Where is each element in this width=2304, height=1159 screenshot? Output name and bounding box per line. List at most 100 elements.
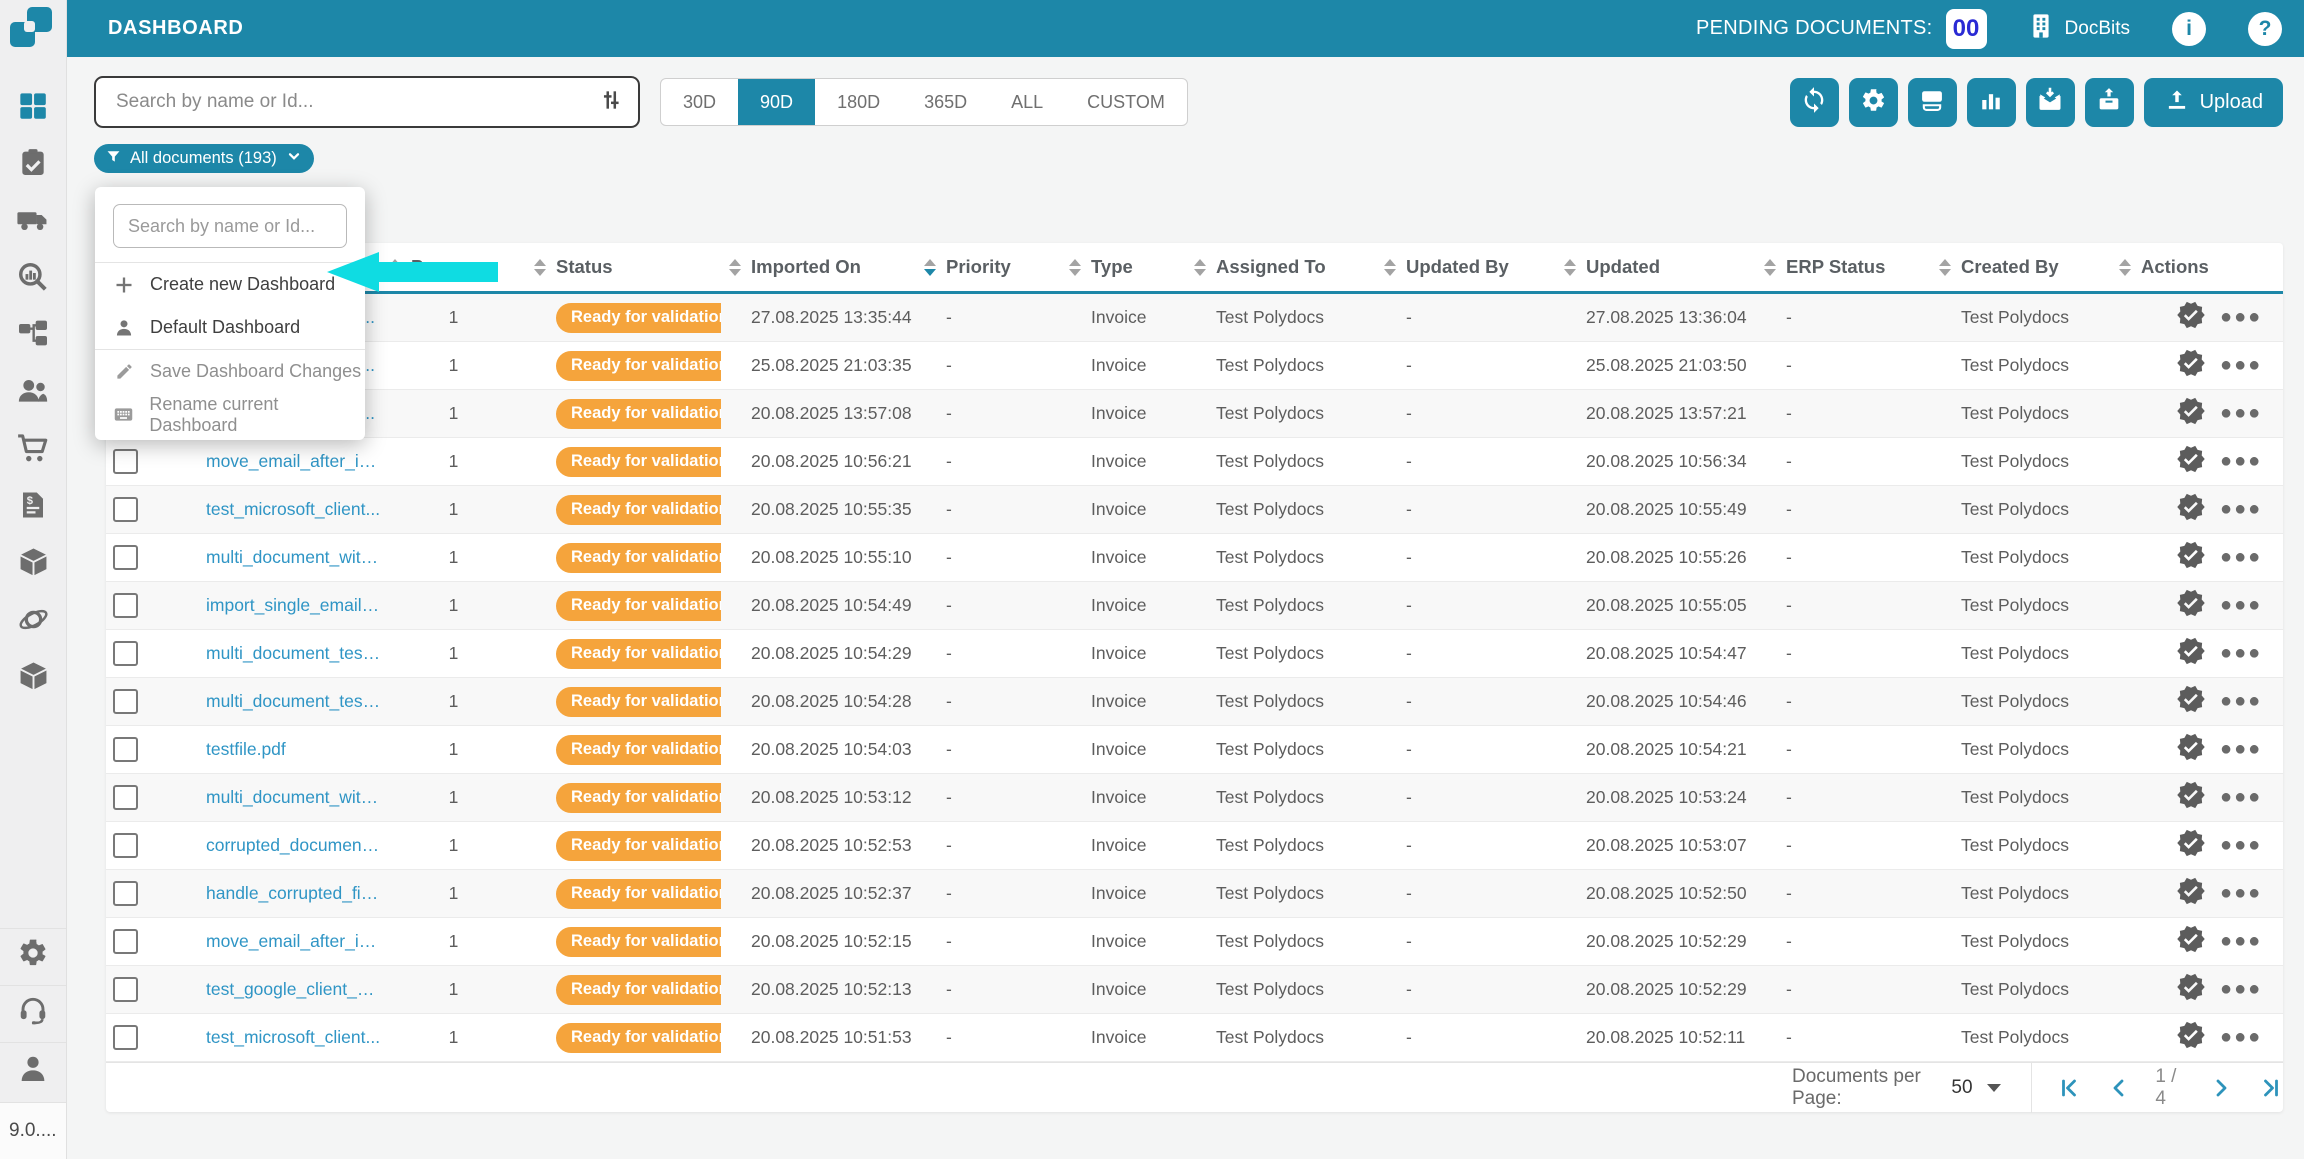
more-actions-button[interactable]: ●●● <box>2220 882 2262 905</box>
sidebar-item-packages[interactable] <box>0 536 66 593</box>
sidebar-item-purchasing[interactable] <box>0 422 66 479</box>
previous-page-button[interactable] <box>2107 1076 2131 1100</box>
more-actions-button[interactable]: ●●● <box>2220 930 2262 953</box>
sidebar-item-validation[interactable] <box>0 137 66 194</box>
app-logo-icon[interactable] <box>0 0 66 58</box>
column-assigned-to[interactable]: Assigned To <box>1186 256 1376 278</box>
mail-import-button[interactable] <box>2026 78 2075 127</box>
validate-badge-icon[interactable] <box>2176 780 2206 815</box>
column-updated[interactable]: Updated <box>1556 256 1756 278</box>
document-name-link[interactable]: multi_document_test... <box>196 643 381 664</box>
per-page-value[interactable]: 50 <box>1951 1077 1972 1099</box>
validate-badge-icon[interactable] <box>2176 348 2206 383</box>
more-actions-button[interactable]: ●●● <box>2220 450 2262 473</box>
more-actions-button[interactable]: ●●● <box>2220 978 2262 1001</box>
first-page-button[interactable] <box>2057 1076 2081 1100</box>
validate-badge-icon[interactable] <box>2176 732 2206 767</box>
document-name-link[interactable]: test_microsoft_client... <box>196 499 381 520</box>
sidebar-item-invoices[interactable]: $ <box>0 479 66 536</box>
column-pages[interactable]: Pages <box>381 256 526 278</box>
next-page-button[interactable] <box>2209 1076 2233 1100</box>
validate-badge-icon[interactable] <box>2176 924 2206 959</box>
row-checkbox[interactable] <box>113 881 138 906</box>
settings-button[interactable] <box>1849 78 1898 127</box>
per-page-caret-icon[interactable] <box>1987 1084 2001 1092</box>
column-updated-by[interactable]: Updated By <box>1376 256 1556 278</box>
column-type[interactable]: Type <box>1061 256 1186 278</box>
menu-item-rename-current-dashboard[interactable]: Rename current Dashboard <box>95 393 365 436</box>
time-filter-180d[interactable]: 180D <box>815 79 902 125</box>
validate-badge-icon[interactable] <box>2176 396 2206 431</box>
sidebar-item-workflow[interactable] <box>0 308 66 365</box>
sidebar-item-insights[interactable] <box>0 251 66 308</box>
validate-badge-icon[interactable] <box>2176 876 2206 911</box>
row-checkbox[interactable] <box>113 545 138 570</box>
validate-badge-icon[interactable] <box>2176 300 2206 335</box>
column-actions[interactable]: Actions <box>2111 256 2283 278</box>
column-erp-status[interactable]: ERP Status <box>1756 256 1931 278</box>
all-documents-filter-pill[interactable]: All documents (193) <box>94 144 314 173</box>
row-checkbox[interactable] <box>113 1025 138 1050</box>
row-checkbox[interactable] <box>113 833 138 858</box>
validate-badge-icon[interactable] <box>2176 588 2206 623</box>
more-actions-button[interactable]: ●●● <box>2220 642 2262 665</box>
upload-button[interactable]: Upload <box>2144 78 2283 127</box>
menu-item-create-new-dashboard[interactable]: Create new Dashboard <box>95 263 365 306</box>
refresh-button[interactable] <box>1790 78 1839 127</box>
validate-badge-icon[interactable] <box>2176 828 2206 863</box>
sidebar-item-support[interactable] <box>0 985 66 1038</box>
search-input[interactable] <box>114 90 598 114</box>
more-actions-button[interactable]: ●●● <box>2220 738 2262 761</box>
document-name-link[interactable]: test_google_client_20... <box>196 979 381 1000</box>
more-actions-button[interactable]: ●●● <box>2220 786 2262 809</box>
document-name-link[interactable]: multi_document_with... <box>196 547 381 568</box>
export-box-button[interactable] <box>2085 78 2134 127</box>
time-filter-custom[interactable]: CUSTOM <box>1065 79 1187 125</box>
validate-badge-icon[interactable] <box>2176 492 2206 527</box>
sidebar-item-shipments[interactable] <box>0 194 66 251</box>
validate-badge-icon[interactable] <box>2176 1020 2206 1055</box>
scanner-button[interactable] <box>1908 78 1957 127</box>
sidebar-item-users[interactable] <box>0 365 66 422</box>
column-created-by[interactable]: Created By <box>1931 256 2111 278</box>
document-name-link[interactable]: multi_document_with... <box>196 787 381 808</box>
info-icon[interactable]: i <box>2172 12 2206 46</box>
more-actions-button[interactable]: ●●● <box>2220 594 2262 617</box>
sidebar-item-dashboard[interactable] <box>0 80 66 137</box>
sidebar-item-profile[interactable] <box>0 1042 66 1100</box>
menu-item-default-dashboard[interactable]: Default Dashboard <box>95 306 365 349</box>
document-name-link[interactable]: test_microsoft_client... <box>196 1027 381 1048</box>
document-name-link[interactable]: testfile.pdf <box>196 739 381 760</box>
document-name-link[interactable]: multi_document_test... <box>196 691 381 712</box>
time-filter-all[interactable]: ALL <box>989 79 1065 125</box>
validate-badge-icon[interactable] <box>2176 636 2206 671</box>
more-actions-button[interactable]: ●●● <box>2220 306 2262 329</box>
document-name-link[interactable]: corrupted_document... <box>196 835 381 856</box>
row-checkbox[interactable] <box>113 929 138 954</box>
time-filter-365d[interactable]: 365D <box>902 79 989 125</box>
more-actions-button[interactable]: ●●● <box>2220 402 2262 425</box>
validate-badge-icon[interactable] <box>2176 972 2206 1007</box>
validate-badge-icon[interactable] <box>2176 540 2206 575</box>
row-checkbox[interactable] <box>113 785 138 810</box>
row-checkbox[interactable] <box>113 641 138 666</box>
row-checkbox[interactable] <box>113 689 138 714</box>
validate-badge-icon[interactable] <box>2176 444 2206 479</box>
time-filter-90d[interactable]: 90D <box>738 79 815 125</box>
row-checkbox[interactable] <box>113 497 138 522</box>
row-checkbox[interactable] <box>113 449 138 474</box>
document-name-link[interactable]: handle_corrupted_file... <box>196 883 381 904</box>
more-actions-button[interactable]: ●●● <box>2220 690 2262 713</box>
more-actions-button[interactable]: ●●● <box>2220 354 2262 377</box>
more-actions-button[interactable]: ●●● <box>2220 834 2262 857</box>
last-page-button[interactable] <box>2259 1076 2283 1100</box>
more-actions-button[interactable]: ●●● <box>2220 1026 2262 1049</box>
sidebar-item-settings[interactable] <box>0 928 66 981</box>
brand-name[interactable]: DocBits <box>2065 18 2130 40</box>
validate-badge-icon[interactable] <box>2176 684 2206 719</box>
menu-item-save-dashboard-changes[interactable]: Save Dashboard Changes <box>95 350 365 393</box>
sidebar-item-products[interactable] <box>0 650 66 707</box>
filter-tune-icon[interactable] <box>598 87 624 118</box>
analytics-button[interactable] <box>1967 78 2016 127</box>
column-status[interactable]: Status <box>526 256 721 278</box>
